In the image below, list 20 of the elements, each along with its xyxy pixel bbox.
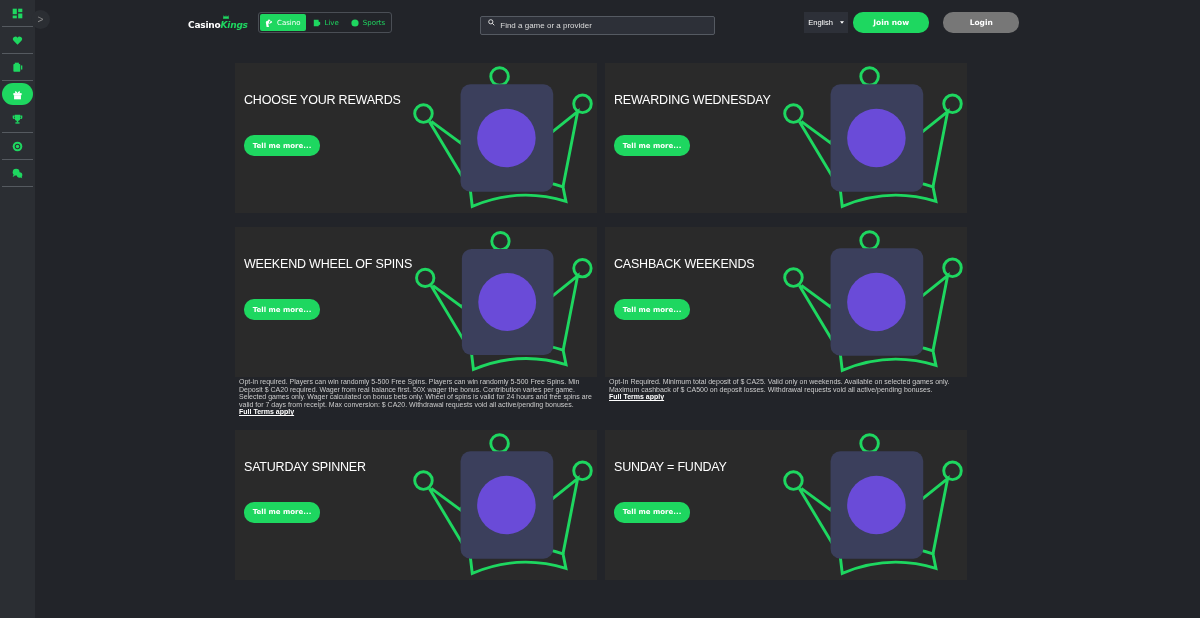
ball-icon — [350, 18, 359, 27]
promo-title: CASHBACK WEEKENDS — [614, 257, 755, 271]
promo-title: CHOOSE YOUR REWARDS — [244, 93, 401, 107]
search-icon — [488, 19, 496, 26]
search-field[interactable]: Find a game or a provider — [480, 16, 716, 35]
sidebar-item[interactable] — [2, 83, 33, 105]
gift-icon — [12, 88, 23, 100]
promo-title: SUNDAY = FUNDAY — [614, 459, 727, 474]
chat-icon — [12, 167, 23, 179]
promo-title: REWARDING WEDNESDAY — [614, 93, 771, 107]
promo-title: SATURDAY SPINNER — [244, 459, 366, 474]
slot-icon — [12, 61, 23, 73]
chip-icon — [12, 140, 23, 152]
promo-title: WEEKEND WHEEL OF SPINS — [244, 257, 413, 271]
crown-icon — [223, 14, 229, 19]
logo[interactable]: CasinoKings — [188, 19, 248, 30]
caret-icon — [840, 21, 845, 24]
trophy-icon — [12, 113, 23, 125]
grid-icon — [12, 7, 23, 19]
heart-icon — [12, 34, 23, 46]
